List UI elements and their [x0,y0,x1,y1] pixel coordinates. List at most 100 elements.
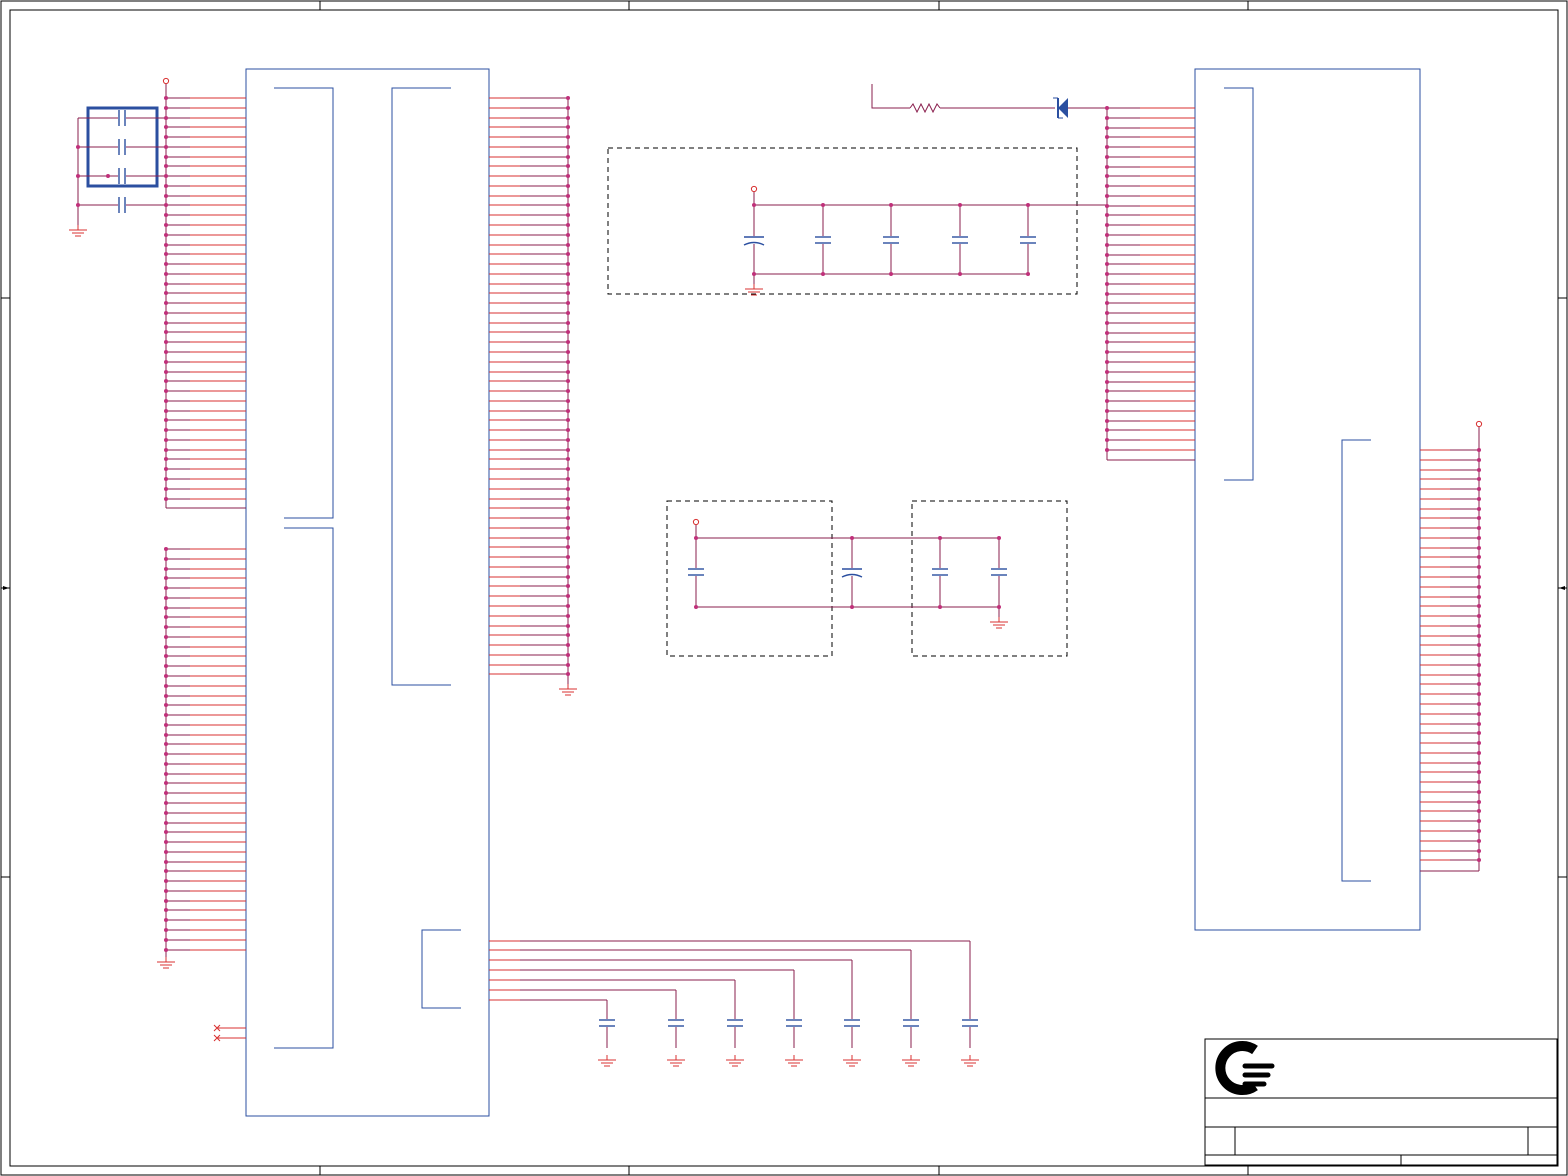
junction-dot [1105,360,1109,364]
junction-dot [164,723,168,727]
junction-dot [566,106,570,110]
junction-dot [164,360,168,364]
junction-dot [1477,526,1481,530]
junction-dot [938,605,942,609]
junction-dot [164,233,168,237]
junction-dot [1477,468,1481,472]
junction-dot [566,291,570,295]
junction-dot [164,203,168,207]
power-port-icon [1475,420,1483,428]
junction-dot [1105,399,1109,403]
junction-dot [1105,380,1109,384]
junction-dot [694,536,698,540]
junction-dot [752,272,756,276]
junction-dot [1477,702,1481,706]
junction-dot [566,506,570,510]
junction-dot [164,487,168,491]
junction-dot [1105,243,1109,247]
junction-dot [76,174,80,178]
junction-dot [1477,546,1481,550]
junction-dot [1105,155,1109,159]
junction-dot [164,850,168,854]
junction-dot [566,399,570,403]
dashed-region-mid-left [666,500,833,657]
junction-dot [566,477,570,481]
junction-dot [1105,311,1109,315]
junction-dot [164,752,168,756]
junction-dot [566,96,570,100]
junction-dot [164,889,168,893]
junction-dot [566,389,570,393]
junction-dot [566,575,570,579]
schematic-sheet [0,0,1568,1176]
junction-dot [164,282,168,286]
cap-bank-top[interactable] [753,192,1107,284]
junction-dot [164,811,168,815]
junction-dot [566,497,570,501]
resistor-icon [909,102,941,114]
resistor-diode-chain[interactable] [871,84,1107,119]
power-port-icon [162,77,170,85]
junction-dot [1105,419,1109,423]
junction-dot [1105,106,1109,110]
junction-dot [164,586,168,590]
junction-dot [164,340,168,344]
junction-dot [566,457,570,461]
junction-dot [566,282,570,286]
power-port-icon [750,185,758,193]
junction-dot [1477,751,1481,755]
junction-dot [566,370,570,374]
junction-dot [1026,272,1030,276]
right-ic-body[interactable] [1194,68,1421,931]
junction-dot [164,252,168,256]
junction-dot [1105,233,1109,237]
junction-dot [1105,321,1109,325]
junction-dot [164,762,168,766]
junction-dot [164,125,168,129]
junction-dot [164,576,168,580]
power-port-icon [692,518,700,526]
junction-dot [1477,653,1481,657]
junction-dot [1477,516,1481,520]
junction-dot [1105,350,1109,354]
junction-dot [164,321,168,325]
junction-dot [1105,174,1109,178]
junction-dot [566,311,570,315]
junction-dot [164,840,168,844]
junction-dot [1477,722,1481,726]
junction-dot [164,311,168,315]
junction-dot [566,243,570,247]
junction-dot [1477,575,1481,579]
junction-dot [1105,389,1109,393]
junction-dot [164,791,168,795]
junction-dot [164,243,168,247]
junction-dot [566,321,570,325]
junction-dot [164,879,168,883]
junction-dot [164,801,168,805]
junction-dot [566,155,570,159]
junction-dot [694,605,698,609]
junction-dot [566,409,570,413]
junction-dot [566,643,570,647]
junction-dot [164,645,168,649]
junction-dot [164,272,168,276]
junction-dot [164,409,168,413]
junction-dot [889,203,893,207]
junction-dot [1477,624,1481,628]
junction-dot [1105,370,1109,374]
junction-dot [566,233,570,237]
junction-dot [1105,126,1109,130]
junction-dot [1477,663,1481,667]
junction-dot [164,742,168,746]
junction-dot [164,116,168,120]
junction-dot [106,174,110,178]
junction-dot [1477,555,1481,559]
junction-dot [997,605,1001,609]
junction-dot [164,938,168,942]
junction-dot [566,116,570,120]
junction-dot [164,477,168,481]
main-ic-body[interactable] [245,68,490,1117]
junction-dot [1105,340,1109,344]
junction-dot [566,663,570,667]
junction-dot [566,135,570,139]
